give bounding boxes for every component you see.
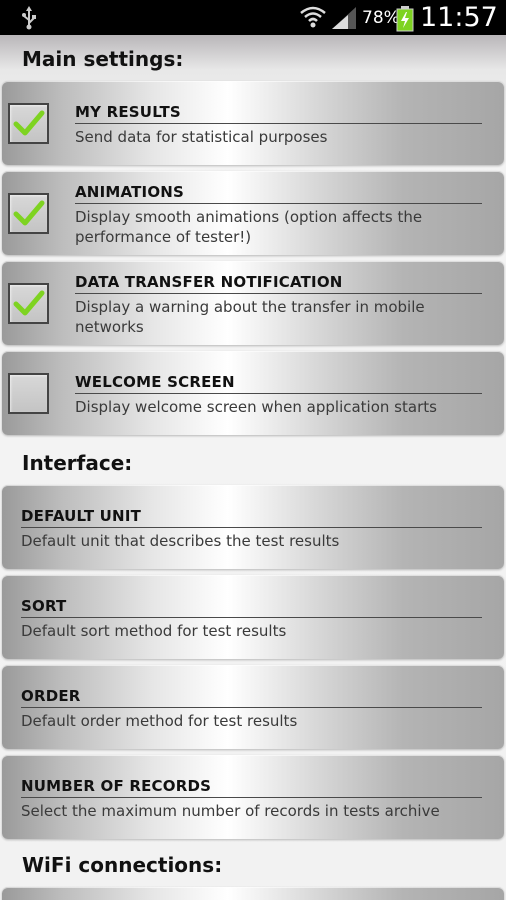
welcome-screen-checkbox[interactable] (8, 373, 49, 414)
setting-description: Default sort method for test results (21, 622, 287, 640)
checkmark-icon (13, 110, 45, 136)
setting-default-unit[interactable]: DEFAULT UNIT Default unit that describes… (2, 485, 504, 569)
setting-title: NUMBER OF RECORDS (21, 777, 212, 795)
divider (75, 293, 482, 294)
settings-content[interactable]: Main settings: MY RESULTS Send data for … (0, 35, 506, 900)
setting-title: ORDER (21, 687, 81, 705)
setting-description: Display a warning about the transfer in … (75, 298, 425, 336)
setting-title: ANIMATIONS (75, 183, 185, 201)
divider (21, 617, 482, 618)
divider (21, 527, 482, 528)
divider (21, 707, 482, 708)
checkmark-icon (13, 200, 45, 226)
setting-title: SORT (21, 597, 67, 615)
section-title-wifi: WiFi connections: (22, 853, 223, 877)
battery-percent: 78% (362, 8, 400, 28)
setting-title: WELCOME SCREEN (75, 373, 235, 391)
divider (75, 393, 482, 394)
setting-description: Display welcome screen when application … (75, 398, 437, 416)
setting-description: Default unit that describes the test res… (21, 532, 340, 550)
setting-description: Send data for statistical purposes (75, 128, 328, 146)
battery-icon (396, 6, 414, 36)
setting-order[interactable]: ORDER Default order method for test resu… (2, 665, 504, 749)
wifi-icon (300, 5, 326, 33)
setting-animations[interactable]: ANIMATIONS Display smooth animations (op… (2, 171, 504, 255)
setting-description: Display smooth animations (option affect… (75, 208, 423, 246)
status-clock: 11:57 (420, 2, 498, 33)
setting-number-of-records[interactable]: NUMBER OF RECORDS Select the maximum num… (2, 755, 504, 839)
setting-my-results[interactable]: MY RESULTS Send data for statistical pur… (2, 81, 504, 165)
setting-title: DEFAULT UNIT (21, 507, 142, 525)
setting-wifi-partial[interactable] (2, 887, 504, 900)
divider (75, 203, 482, 204)
checkmark-icon (13, 290, 45, 316)
setting-data-transfer-notification[interactable]: DATA TRANSFER NOTIFICATION Display a war… (2, 261, 504, 345)
usb-icon (22, 6, 36, 34)
divider (21, 797, 482, 798)
section-title-interface: Interface: (22, 451, 133, 475)
signal-icon (332, 7, 356, 33)
setting-title: DATA TRANSFER NOTIFICATION (75, 273, 343, 291)
animations-checkbox[interactable] (8, 193, 49, 234)
setting-description: Default order method for test results (21, 712, 298, 730)
my-results-checkbox[interactable] (8, 103, 49, 144)
section-title-main: Main settings: (22, 47, 184, 71)
setting-sort[interactable]: SORT Default sort method for test result… (2, 575, 504, 659)
setting-title: MY RESULTS (75, 103, 181, 121)
status-bar: 78% 11:57 (0, 0, 506, 35)
setting-description: Select the maximum number of records in … (21, 802, 440, 820)
data-transfer-checkbox[interactable] (8, 283, 49, 324)
divider (75, 123, 482, 124)
setting-welcome-screen[interactable]: WELCOME SCREEN Display welcome screen wh… (2, 351, 504, 435)
